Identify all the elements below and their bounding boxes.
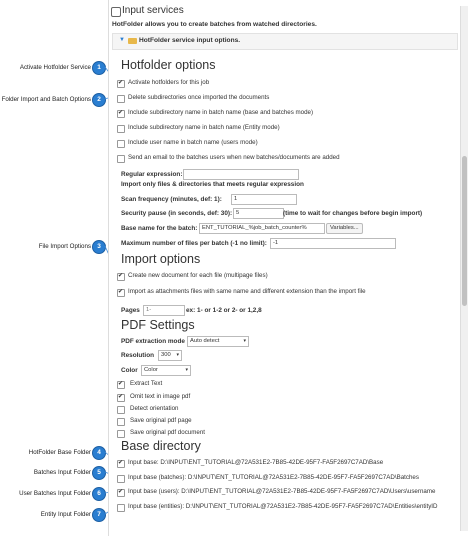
settings-icon [111, 7, 121, 17]
max-files-label: Maximum number of files per batch (-1 no… [121, 240, 267, 247]
regex-label: Regular expression: [121, 171, 183, 178]
section-toggle-hotfolder[interactable]: ▼ HotFolder service input options. [112, 33, 458, 50]
checkbox-send-email[interactable] [117, 155, 125, 163]
checkbox-label: Input base (users): D:\INPUT\ENT_TUTORIA… [128, 488, 436, 495]
checkbox-save-pdf-document[interactable] [117, 430, 125, 438]
checkbox-label: Include subdirectory name in batch name … [128, 109, 314, 116]
security-pause-help: (time to wait for changes before begin i… [283, 210, 423, 217]
scrollbar-thumb[interactable] [462, 156, 467, 306]
checkbox-input-base-batches[interactable] [117, 475, 125, 483]
regex-input[interactable] [183, 169, 299, 180]
page-subtitle: HotFolder allows you to create batches f… [112, 21, 317, 28]
checkbox-include-username[interactable] [117, 140, 125, 148]
checkbox-include-subdir-entity[interactable] [117, 125, 125, 133]
checkbox-label: Save original pdf document [130, 429, 205, 436]
select-value: Auto detect [190, 338, 220, 344]
checkbox-new-document-per-file[interactable] [117, 272, 125, 281]
resolution-select[interactable]: 300 ▾ [158, 350, 182, 361]
checkbox-label: Input base: D:\INPUT\ENT_TUTORIAL@72A531… [128, 459, 384, 466]
checkbox-omit-text[interactable] [117, 393, 125, 402]
heading-hotfolder-options: Hotfolder options [121, 58, 216, 72]
scan-frequency-input[interactable]: 1 [231, 194, 297, 205]
checkbox-label: Extract Text [130, 380, 163, 387]
folder-icon [128, 38, 137, 44]
security-pause-label: Security pause (in seconds, def: 30): [121, 210, 233, 217]
checkbox-label: Activate hotfolders for this job [128, 79, 210, 86]
batch-name-label: Base name for the batch: [121, 225, 198, 232]
checkbox-label: Input base (batches): D:\INPUT\ENT_TUTOR… [128, 474, 419, 481]
checkbox-save-pdf-page[interactable] [117, 418, 125, 426]
checkbox-label: Detect orientation [130, 405, 179, 412]
pages-label: Pages [121, 307, 140, 314]
checkbox-import-attachments[interactable] [117, 288, 125, 297]
pages-help: ex: 1- or 1-2 or 2- or 1,2,8 [186, 307, 262, 314]
scan-frequency-label: Scan frequency (minutes, def: 1): [121, 196, 222, 203]
checkbox-activate-hotfolders[interactable] [117, 79, 125, 88]
select-value: 300 [161, 352, 171, 358]
page-title: Input services [122, 5, 184, 16]
chevron-down-icon: ▾ [243, 338, 246, 344]
checkbox-input-base-users[interactable] [117, 488, 125, 497]
resolution-label: Resolution [121, 352, 155, 359]
checkbox-extract-text[interactable] [117, 380, 125, 389]
checkbox-label: Omit text in image pdf [130, 393, 191, 400]
color-select[interactable]: Color ▾ [141, 365, 191, 376]
checkbox-delete-subdirectories[interactable] [117, 95, 125, 103]
section-toggle-label: HotFolder service input options. [139, 37, 241, 44]
checkbox-label: Create new document for each file (multi… [128, 272, 268, 279]
vertical-scrollbar[interactable] [460, 6, 468, 531]
checkbox-input-base-entities[interactable] [117, 504, 125, 512]
chevron-down-icon: ▾ [185, 367, 188, 373]
checkbox-label: Include subdirectory name in batch name … [128, 124, 280, 131]
color-label: Color [121, 367, 138, 374]
batch-name-input[interactable]: ENT_TUTORIAL_%job_batch_counter% [199, 223, 325, 234]
pdf-extraction-label: PDF extraction mode [121, 338, 185, 345]
heading-import-options: Import options [121, 252, 201, 266]
checkbox-label: Send an email to the batches users when … [128, 154, 340, 161]
chevron-down-icon: ▾ [176, 352, 179, 358]
pages-input[interactable] [143, 305, 185, 316]
checkbox-label: Import as attachments files with same na… [128, 288, 366, 295]
checkbox-detect-orientation[interactable] [117, 406, 125, 414]
security-pause-input[interactable]: 5 [233, 208, 284, 219]
regex-help: Import only files & directories that mee… [121, 181, 304, 188]
checkbox-label: Delete subdirectories once imported the … [128, 94, 270, 101]
checkbox-include-subdir-base[interactable] [117, 109, 125, 118]
checkbox-label: Input base (entities): D:\INPUT\ENT_TUTO… [128, 503, 438, 510]
checkbox-input-base[interactable] [117, 459, 125, 468]
max-files-input[interactable]: -1 [270, 238, 396, 249]
checkbox-label: Save original pdf page [130, 417, 192, 424]
pdf-extraction-select[interactable]: Auto detect ▾ [187, 336, 249, 347]
checkbox-label: Include user name in batch name (users m… [128, 139, 258, 146]
select-value: Color [144, 367, 158, 373]
variables-button[interactable]: Variables... [326, 223, 363, 234]
heading-base-directory: Base directory [121, 439, 201, 453]
heading-pdf-settings: PDF Settings [121, 318, 195, 332]
chevron-down-icon: ▼ [119, 37, 125, 43]
